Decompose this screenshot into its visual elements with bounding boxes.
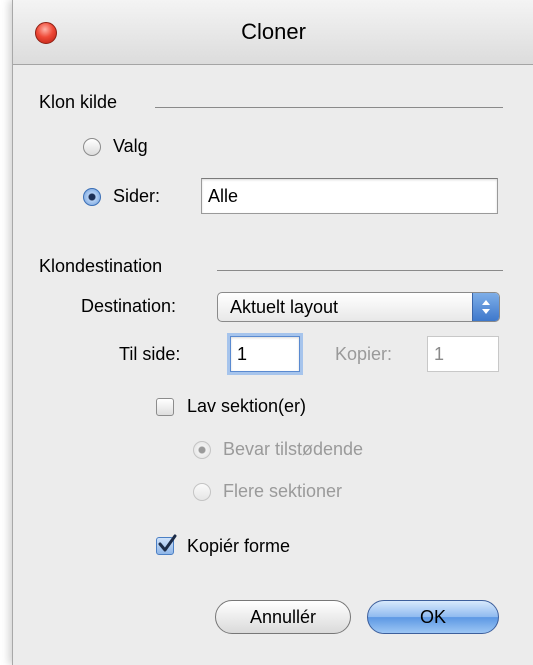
copies-input[interactable]: 1 <box>427 336 499 372</box>
make-sections-label: Lav sektion(er) <box>187 396 307 416</box>
window-title: Cloner <box>241 19 306 44</box>
radio-selection-label: Valg <box>113 136 148 156</box>
copies-label: Kopier: <box>335 344 393 364</box>
make-sections-checkbox[interactable] <box>156 398 174 416</box>
copy-shapes-label: Kopiér forme <box>187 536 291 556</box>
radio-selection[interactable] <box>83 138 101 156</box>
to-page-input[interactable]: 1 <box>230 336 300 372</box>
destination-popup[interactable]: Aktuelt layout <box>217 292 500 322</box>
checkmark-icon <box>158 534 177 552</box>
title-bar: Cloner <box>13 0 533 65</box>
to-page-label: Til side: <box>119 344 181 364</box>
radio-multiple-sections-label: Flere sektioner <box>223 481 343 501</box>
cloner-dialog: Cloner Klon kilde Valg Sider: Alle Klond… <box>12 0 533 665</box>
radio-multiple-sections[interactable] <box>193 483 211 501</box>
destination-label: Destination: <box>81 296 177 316</box>
pages-input[interactable]: Alle <box>201 178 498 214</box>
radio-pages[interactable] <box>83 188 101 206</box>
source-heading: Klon kilde <box>39 92 118 112</box>
radio-keep-adjacent[interactable] <box>193 441 211 459</box>
source-divider <box>155 107 503 108</box>
ok-button[interactable]: OK <box>367 600 499 634</box>
radio-pages-label: Sider: <box>113 186 161 206</box>
destination-popup-value: Aktuelt layout <box>230 297 339 317</box>
destination-divider <box>217 270 503 271</box>
copy-shapes-checkbox[interactable] <box>156 534 177 555</box>
radio-keep-adjacent-label: Bevar tilstødende <box>223 439 364 459</box>
cancel-button[interactable]: Annullér <box>215 600 351 634</box>
destination-heading: Klondestination <box>39 256 163 276</box>
popup-arrows-icon <box>472 293 499 321</box>
